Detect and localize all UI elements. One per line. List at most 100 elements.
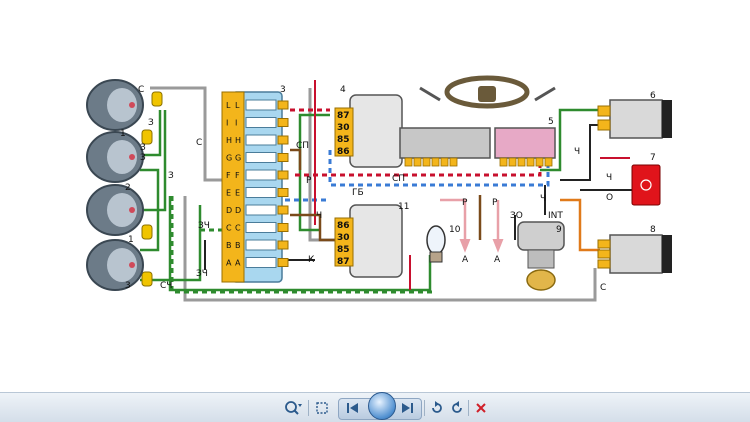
wire-tag-a1: А (462, 255, 469, 265)
fuse-letter: A (226, 259, 232, 268)
magnifier-icon[interactable] (280, 399, 306, 417)
fuse-element (245, 152, 277, 163)
fuse-letter: G (235, 154, 241, 163)
label-ignition9: 9 (556, 225, 562, 235)
fuse-element (245, 222, 277, 233)
fuse-letter: H (226, 136, 232, 145)
wire-tag-r1: Р (306, 176, 312, 186)
wire-tag-zo: ЗО (510, 211, 523, 221)
fuse-letter: B (226, 241, 232, 250)
fuse-terminal (277, 100, 289, 110)
fuse-element (245, 204, 277, 216)
slideshow-icon[interactable] (368, 392, 396, 420)
next-icon[interactable] (396, 399, 418, 417)
fuse-letter: B (235, 241, 241, 250)
headlight-1 (86, 79, 144, 131)
wire-tag-ch4: Ч (606, 173, 612, 183)
wire-tag-c-top: С (138, 85, 144, 95)
image-viewport: LLIIHHGGFFEEDDCCBBAA 87 30 85 86 86 30 85 87 (0, 0, 750, 392)
wiring-diagram: L LI IH HG GF FE ED DC CB BA A 87308586 86308587 (86, 75, 672, 302)
steering-wheel (419, 75, 556, 109)
fuse-element (245, 117, 277, 128)
rotate-counterclockwise-icon[interactable] (428, 399, 446, 417)
warning-lamp-7 (631, 164, 661, 206)
relay-pin-label: 86 (337, 147, 350, 157)
orange-wires (560, 198, 600, 252)
fuse-letter: G (226, 154, 232, 163)
fuse-element (245, 187, 277, 198)
fuse-letter: I (235, 119, 237, 128)
bulb-10 (426, 225, 446, 263)
fit-window-icon[interactable] (312, 399, 332, 417)
fuse-element (245, 257, 277, 268)
fuse-letter: F (235, 171, 240, 180)
label-switch6: 6 (650, 91, 656, 101)
label-fusebox: 3 (280, 85, 286, 95)
label-lamp7: 7 (650, 153, 656, 163)
previous-icon[interactable] (342, 399, 364, 417)
fuse-letter: L (226, 101, 231, 110)
viewer-toolbar (0, 392, 750, 422)
wire-tag-sp2: СП (392, 174, 405, 184)
relay-4: 87 30 85 86 (334, 94, 403, 168)
fuse-element (245, 169, 277, 181)
wire-tag-zch2: ЗЧ (196, 269, 208, 279)
label-relay4: 4 (340, 85, 346, 95)
wire-tag-zch1: ЗЧ (198, 221, 210, 231)
fuse-letter: D (226, 206, 232, 215)
wire-tag-z-small1: З (140, 143, 146, 153)
relay-pin-label: 87 (337, 257, 350, 267)
relay-pin-label: 85 (337, 245, 350, 255)
relay-pin-label: 86 (337, 221, 350, 231)
arrows-a (459, 239, 504, 253)
fuse-terminal (277, 153, 289, 162)
wire-tag-gb: ГБ (352, 188, 364, 198)
fuse-terminal (277, 170, 289, 180)
relay-11: 86 30 85 87 (334, 204, 403, 278)
fuse-letter: F (226, 171, 231, 180)
wire-tag-o: О (606, 193, 613, 203)
label-bulb10: 10 (449, 225, 461, 235)
relay-pin-label: 87 (337, 111, 350, 121)
headlight-4 (86, 239, 144, 291)
label-1b: 1 (128, 235, 134, 245)
wire-tag-ch1: Ч (316, 211, 322, 221)
fuse-terminal (277, 240, 289, 250)
label-3b: 3 (125, 281, 131, 291)
label-relay11: 11 (398, 202, 409, 212)
fuse-terminal (277, 205, 289, 215)
delete-icon[interactable] (472, 399, 490, 417)
wire-tag-k: К (308, 255, 315, 265)
wire-tag-z-left: З (148, 118, 154, 128)
fuse-letter: C (226, 224, 232, 233)
fuse-terminal (277, 188, 289, 197)
wire-tag-c-right: С (600, 283, 606, 293)
toolbar-separator (308, 400, 309, 416)
headlight-2 (86, 131, 144, 183)
relay-pin-label: 30 (337, 123, 350, 133)
label-switch8: 8 (650, 225, 656, 235)
label-switch5: 5 (548, 117, 554, 127)
wire-tag-ch3: Ч (574, 147, 580, 157)
fuse-element (245, 134, 277, 146)
wire-tag-sch: СЧ (160, 281, 172, 291)
fuse-letter: E (226, 189, 231, 198)
rotate-clockwise-icon[interactable] (448, 399, 466, 417)
headlight-3 (86, 184, 144, 236)
switch-8 (597, 234, 672, 274)
fuse-letter: E (235, 189, 240, 198)
switch-6 (597, 99, 672, 139)
wire-tag-c-left: С (196, 138, 202, 148)
fuse-box: L LI IH HG GF FE ED DC CB BA A (221, 91, 289, 283)
relay-pin-label: 85 (337, 135, 350, 145)
wire-tag-r3: Р (492, 198, 498, 208)
fuse-terminal (277, 135, 289, 145)
fuse-terminal (277, 223, 289, 232)
wire-tag-a2: А (494, 255, 501, 265)
fuse-letter: L (235, 101, 240, 110)
label-1a: 1 (120, 129, 126, 139)
relay-pin-label: 30 (337, 233, 350, 243)
wire-tag-z-small2: З (140, 153, 146, 163)
fuse-letter: D (235, 206, 241, 215)
fuse-letter: A (235, 259, 241, 268)
